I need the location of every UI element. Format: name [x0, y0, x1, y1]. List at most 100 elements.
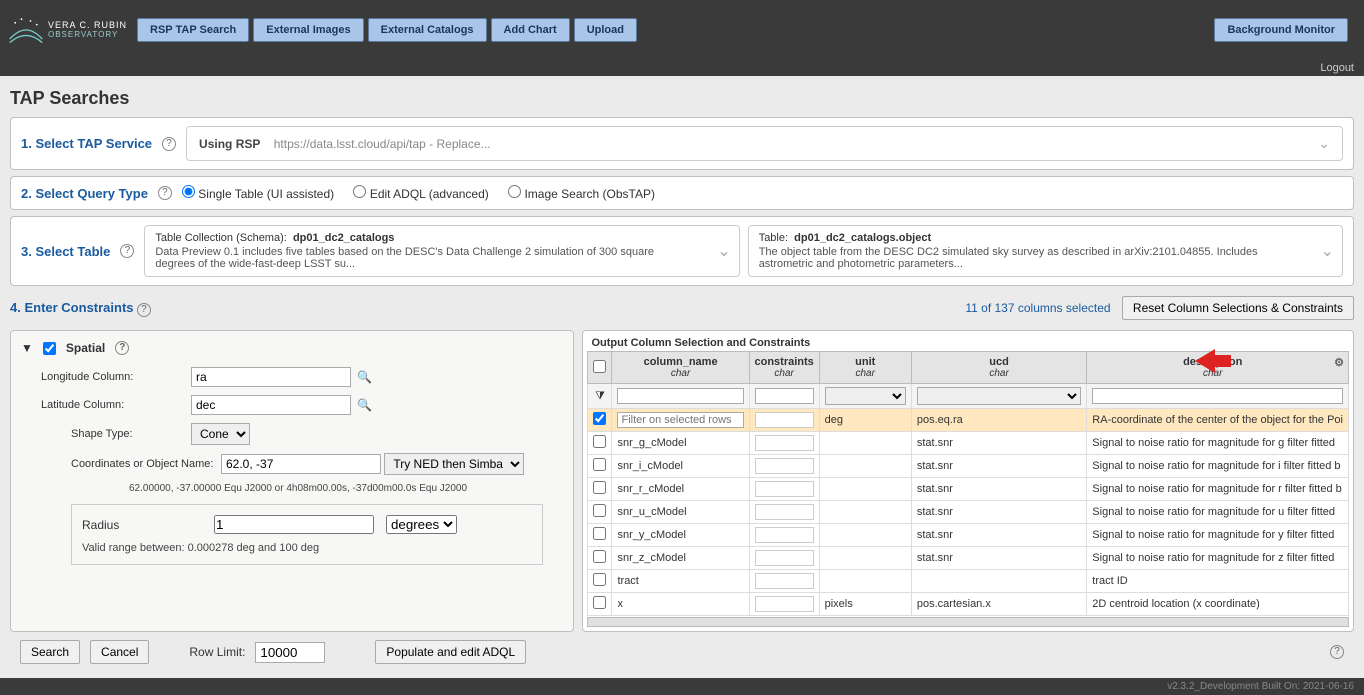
tab-rsp-tap-search[interactable]: RSP TAP Search	[137, 18, 249, 42]
step2-label: 2. Select Query Type	[21, 186, 148, 201]
row-limit-input[interactable]	[255, 642, 325, 663]
top-bar: VERA C. RUBIN OBSERVATORY RSP TAP Search…	[0, 0, 1364, 60]
cell-unit	[819, 478, 911, 501]
reset-selections-button[interactable]: Reset Column Selections & Constraints	[1122, 296, 1354, 320]
constraint-input[interactable]	[755, 573, 814, 589]
service-url: https://data.lsst.cloud/api/tap - Replac…	[274, 137, 491, 151]
row-checkbox[interactable]	[593, 435, 606, 448]
tab-upload[interactable]: Upload	[574, 18, 637, 42]
output-title: Output Column Selection and Constraints	[587, 335, 1349, 351]
row-checkbox[interactable]	[593, 458, 606, 471]
constraint-input[interactable]	[755, 504, 814, 520]
filter-constraints-input[interactable]	[755, 388, 814, 404]
horizontal-scrollbar[interactable]	[587, 617, 1349, 627]
help-icon[interactable]: ?	[115, 341, 129, 355]
schema-selector[interactable]: Table Collection (Schema): dp01_dc2_cata…	[144, 225, 739, 277]
table-row[interactable]: snr_r_cModelstat.snrSignal to noise rati…	[588, 478, 1349, 501]
constraint-input[interactable]	[755, 412, 814, 428]
cancel-button[interactable]: Cancel	[90, 640, 149, 664]
cell-constraints	[749, 547, 819, 570]
step4-label: 4. Enter Constraints	[10, 300, 134, 315]
cell-name: snr_z_cModel	[612, 547, 749, 570]
cell-desc: Signal to noise ratio for magnitude for …	[1087, 432, 1349, 455]
row-checkbox[interactable]	[593, 481, 606, 494]
select-all-checkbox[interactable]	[593, 360, 606, 373]
row-checkbox[interactable]	[593, 573, 606, 586]
filter-icon[interactable]: ⧩	[595, 390, 605, 402]
shape-type-label: Shape Type:	[71, 428, 191, 440]
filter-name-input[interactable]	[617, 388, 743, 404]
filter-ucd-select[interactable]	[917, 387, 1081, 405]
constraint-input[interactable]	[755, 481, 814, 497]
cell-ucd: pos.eq.ra	[911, 409, 1086, 432]
cell-constraints	[749, 593, 819, 616]
row-checkbox[interactable]	[593, 527, 606, 540]
table-selector[interactable]: Table: dp01_dc2_catalogs.object The obje…	[748, 225, 1343, 277]
help-icon[interactable]: ?	[162, 137, 176, 151]
table-row[interactable]: snr_u_cModelstat.snrSignal to noise rati…	[588, 501, 1349, 524]
populate-adql-button[interactable]: Populate and edit ADQL	[375, 640, 526, 664]
row-checkbox[interactable]	[593, 550, 606, 563]
coords-hint: 62.00000, -37.00000 Equ J2000 or 4h08m00…	[129, 483, 563, 494]
tap-service-selector[interactable]: Using RSP https://data.lsst.cloud/api/ta…	[186, 126, 1343, 161]
cell-constraints	[749, 409, 819, 432]
coords-label: Coordinates or Object Name:	[71, 458, 221, 470]
search-icon[interactable]: 🔍	[357, 370, 372, 384]
table-row[interactable]: snr_i_cModelstat.snrSignal to noise rati…	[588, 455, 1349, 478]
cell-name: x	[612, 593, 749, 616]
latitude-label: Latitude Column:	[41, 399, 191, 411]
logo-art-icon	[8, 12, 44, 48]
table-row[interactable]: snr_g_cModelstat.snrSignal to noise rati…	[588, 432, 1349, 455]
table-row[interactable]: xpixelspos.cartesian.x2D centroid locati…	[588, 593, 1349, 616]
row-checkbox[interactable]	[593, 596, 606, 609]
table-row[interactable]: snr_y_cModelstat.snrSignal to noise rati…	[588, 524, 1349, 547]
search-icon[interactable]: 🔍	[357, 398, 372, 412]
radius-unit-select[interactable]: degrees	[386, 515, 457, 534]
page-title: TAP Searches	[10, 82, 1354, 117]
constraint-input[interactable]	[755, 435, 814, 451]
logo: VERA C. RUBIN OBSERVATORY	[8, 12, 127, 48]
name-resolver-select[interactable]: Try NED then Simbad	[384, 453, 524, 475]
step4-header: 4. Enter Constraints ? 11 of 137 columns…	[10, 292, 1354, 324]
constraint-input[interactable]	[755, 550, 814, 566]
table-row[interactable]: tracttract ID	[588, 570, 1349, 593]
cell-name	[612, 409, 749, 432]
chevron-down-icon: ⌄	[1318, 135, 1330, 152]
collapse-toggle-icon[interactable]: ▼	[21, 341, 33, 355]
spatial-enable-checkbox[interactable]	[43, 342, 56, 355]
radius-range-hint: Valid range between: 0.000278 deg and 10…	[82, 542, 532, 554]
table-row[interactable]: degpos.eq.raRA-coordinate of the center …	[588, 409, 1349, 432]
filter-desc-input[interactable]	[1092, 388, 1343, 404]
filter-unit-select[interactable]	[825, 387, 906, 405]
constraint-input[interactable]	[755, 458, 814, 474]
chevron-down-icon: ⌄	[717, 241, 730, 261]
table-row[interactable]: snr_z_cModelstat.snrSignal to noise rati…	[588, 547, 1349, 570]
tab-add-chart[interactable]: Add Chart	[491, 18, 570, 42]
radio-image-search[interactable]: Image Search (ObsTAP)	[508, 187, 655, 201]
radio-edit-adql[interactable]: Edit ADQL (advanced)	[353, 187, 488, 201]
help-icon[interactable]: ?	[120, 244, 134, 258]
tab-external-catalogs[interactable]: External Catalogs	[368, 18, 487, 42]
constraint-input[interactable]	[755, 596, 814, 612]
row-checkbox[interactable]	[593, 504, 606, 517]
constraint-input[interactable]	[755, 527, 814, 543]
help-icon[interactable]: ?	[137, 303, 151, 317]
longitude-column-input[interactable]	[191, 367, 351, 387]
row-checkbox[interactable]	[593, 412, 606, 425]
radio-single-table[interactable]: Single Table (UI assisted)	[182, 187, 334, 201]
search-button[interactable]: Search	[20, 640, 80, 664]
shape-type-select[interactable]: Cone	[191, 423, 250, 445]
gear-icon[interactable]: ⚙	[1334, 356, 1344, 369]
selected-filter-input[interactable]	[617, 412, 743, 428]
latitude-column-input[interactable]	[191, 395, 351, 415]
tab-external-images[interactable]: External Images	[253, 18, 363, 42]
logout-link[interactable]: Logout	[1320, 62, 1354, 74]
coords-input[interactable]	[221, 454, 381, 474]
help-icon[interactable]: ?	[1330, 645, 1344, 659]
cell-unit: pixels	[819, 593, 911, 616]
cell-ucd: stat.snr	[911, 501, 1086, 524]
cell-name: snr_i_cModel	[612, 455, 749, 478]
radius-input[interactable]	[214, 515, 374, 534]
help-icon[interactable]: ?	[158, 186, 172, 200]
background-monitor-button[interactable]: Background Monitor	[1214, 18, 1348, 42]
